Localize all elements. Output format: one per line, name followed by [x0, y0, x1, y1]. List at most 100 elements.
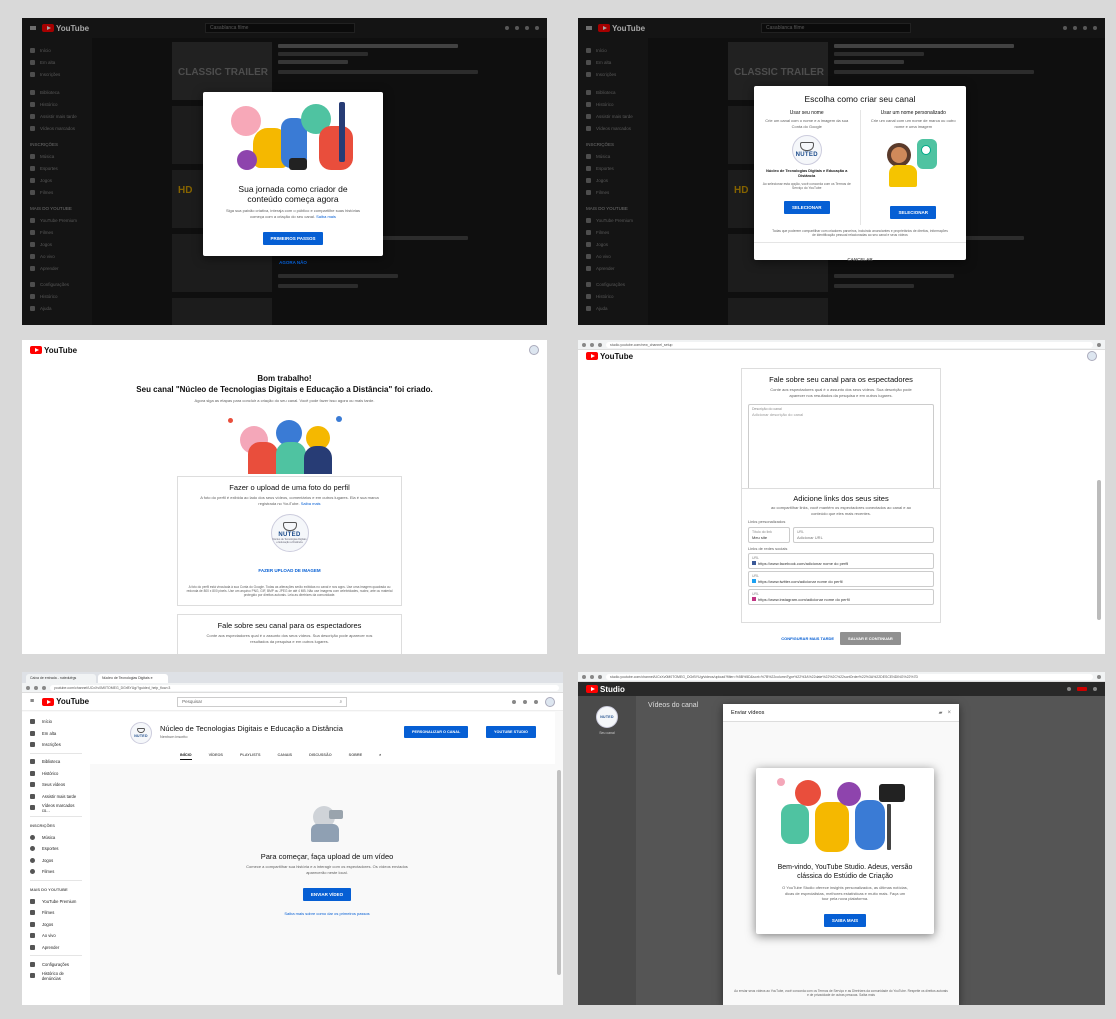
save-continue-button[interactable]: SALVAR E CONTINUAR — [840, 632, 901, 645]
link-url-field[interactable]: URL Adicionar URL — [793, 526, 934, 543]
sidebar-item-library[interactable]: Biblioteca — [30, 756, 82, 768]
forward-icon[interactable] — [590, 674, 594, 679]
facebook-icon — [752, 561, 756, 565]
search-icon[interactable]: ⌕ — [340, 698, 343, 706]
create-icon[interactable] — [1077, 687, 1087, 691]
back-icon[interactable] — [582, 674, 586, 679]
address-bar[interactable]: studio.youtube.com/channel/UCxXv0M0TOMEG… — [606, 673, 1093, 680]
reload-icon[interactable] — [42, 685, 46, 690]
tab-home[interactable]: INÍCIO — [180, 753, 192, 760]
scrollbar[interactable] — [1097, 480, 1101, 620]
avatar[interactable] — [545, 696, 555, 707]
sidebar-item-liked[interactable]: Vídeos marcados co... — [30, 802, 82, 814]
tab-channel[interactable]: Núcleo de Tecnologias Digitais e — [98, 674, 168, 683]
avatar[interactable] — [1087, 351, 1097, 361]
twitter-field[interactable]: URL https://www.twitter.com/adicionar nom… — [748, 571, 934, 587]
studio-logo[interactable]: Studio — [586, 685, 625, 694]
reload-icon[interactable] — [598, 342, 602, 347]
empty-state: Para começar, faça upload de um vídeo Co… — [222, 802, 432, 917]
links-card: Adicione links dos seus sites ao compart… — [741, 488, 941, 623]
browser-toolbar: studio.youtube.com/new_channel_setup — [578, 340, 1105, 350]
nuted-logo: NUTED Núcleo de Tecnologias Digitais e Ed… — [270, 514, 309, 552]
profile-icon[interactable] — [1097, 342, 1101, 347]
sidebar-item-music[interactable]: Música — [30, 831, 82, 843]
tab-inbox[interactable]: Caixa de entrada - nutedufrgs — [26, 674, 96, 683]
sidebar-item-premium[interactable]: YouTube Premium — [30, 895, 82, 907]
celebration-illustration — [220, 412, 350, 474]
sidebar-item-settings[interactable]: Configurações — [30, 958, 82, 970]
channel-avatar: NUTED — [130, 722, 152, 744]
about-channel-card: Fale sobre seu canal para os espectadore… — [177, 614, 402, 654]
address-bar[interactable]: studio.youtube.com/new_channel_setup — [606, 341, 1093, 348]
tab-about[interactable]: SOBRE — [349, 753, 363, 760]
scrollbar[interactable] — [557, 770, 561, 975]
forward-icon[interactable] — [34, 685, 38, 690]
sidebar-item-history[interactable]: Histórico — [30, 767, 82, 779]
setup-later-button[interactable]: CONFIGURAR MAIS TARDE — [781, 636, 834, 641]
sidebar-item-films[interactable]: Filmes — [30, 907, 82, 919]
sidebar-item-gaming[interactable]: Jogos — [30, 855, 82, 867]
apps-icon[interactable] — [523, 699, 527, 704]
search-icon[interactable]: ⌕ — [379, 753, 381, 760]
tab-videos[interactable]: VÍDEOS — [209, 753, 223, 760]
browser-toolbar: youtube.com/channel/UCxXv0M0TOMEG_DGrBYU… — [22, 683, 563, 693]
youtube-header: ≡ YouTube Pesquisar ⌕ — [22, 693, 563, 711]
learn-more-link[interactable]: Saiba mais sobre como dar os primeiros p… — [222, 911, 432, 917]
back-icon[interactable] — [582, 342, 586, 347]
youtube-logo[interactable]: YouTube — [30, 346, 77, 355]
not-now-button[interactable]: AGORA NÃO — [279, 260, 307, 265]
feedback-icon[interactable]: ▰ — [939, 710, 943, 716]
address-bar[interactable]: youtube.com/channel/UCxXv0M0TOMEG_DGrBYU… — [50, 684, 559, 691]
sidebar-item-home[interactable]: Início — [30, 716, 82, 728]
tab-channels[interactable]: CANAIS — [278, 753, 293, 760]
get-started-button[interactable]: PRIMEIROS PASSOS — [262, 232, 324, 245]
sidebar-item-live[interactable]: Ao vivo — [30, 930, 82, 942]
avatar[interactable] — [529, 345, 539, 355]
sidebar-item-subscriptions[interactable]: Inscrições — [30, 739, 82, 751]
youtube-logo[interactable]: YouTube — [42, 697, 89, 706]
back-icon[interactable] — [26, 685, 30, 690]
sidebar-item-games[interactable]: Jogos — [30, 919, 82, 931]
dialog-title: Sua jornada como criador de conteúdo com… — [238, 184, 348, 204]
help-icon[interactable] — [1067, 687, 1071, 691]
forward-icon[interactable] — [590, 342, 594, 347]
studio-header: Studio — [578, 682, 1105, 696]
cancel-button[interactable]: CANCELAR — [847, 257, 872, 262]
sidebar-item-report-history[interactable]: Histórico de denúncias — [30, 970, 82, 982]
page-title: Vídeos do canal — [648, 702, 699, 709]
dialog-body: Siga sua paixão criativa, interaja com o… — [225, 208, 361, 219]
learn-more-button[interactable]: SAIBA MAIS — [823, 913, 867, 927]
learn-more-link[interactable]: Saiba mais — [301, 501, 321, 506]
close-icon[interactable]: × — [947, 710, 951, 716]
sidebar-item-learning[interactable]: Aprender — [30, 942, 82, 954]
tab-discussion[interactable]: DISCUSSÃO — [309, 753, 332, 760]
customize-channel-button[interactable]: PERSONALIZAR O CANAL — [404, 726, 469, 738]
create-icon[interactable] — [512, 699, 516, 704]
instagram-field[interactable]: URL https://www.instagram.com/adicionar n… — [748, 589, 934, 605]
link-title-field[interactable]: Título do link Meu site — [748, 526, 790, 543]
sidebar-item-trending[interactable]: Em alta — [30, 728, 82, 740]
youtube-logo[interactable]: YouTube — [586, 352, 633, 361]
select-custom-name-button[interactable]: SELECIONAR — [890, 206, 936, 219]
search-input[interactable]: Pesquisar ⌕ — [177, 696, 348, 707]
learn-more-link[interactable]: Saiba mais — [316, 214, 336, 219]
browser-toolbar: studio.youtube.com/channel/UCxXv0M0TOMEG… — [578, 672, 1105, 682]
upload-image-link[interactable]: FAZER UPLOAD DE IMAGEM — [258, 568, 320, 573]
avatar[interactable] — [1093, 687, 1097, 691]
upload-video-button[interactable]: ENVIAR VÍDEO — [302, 888, 352, 901]
sidebar-item-movies[interactable]: Filmes — [30, 866, 82, 878]
description-field[interactable]: Descrição do canal Adicionar descrição d… — [748, 404, 934, 498]
sidebar-item-sports[interactable]: Esportes — [30, 843, 82, 855]
creators-illustration — [223, 98, 363, 178]
profile-icon[interactable] — [1097, 674, 1101, 679]
reload-icon[interactable] — [598, 674, 602, 679]
sidebar-item-watch-later[interactable]: Assistir mais tarde — [30, 791, 82, 803]
facebook-field[interactable]: URL https://www.facebook.com/adicionar no… — [748, 553, 934, 569]
sidebar-item-your-videos[interactable]: Seus vídeos — [30, 779, 82, 791]
tab-playlists[interactable]: PLAYLISTS — [240, 753, 261, 760]
youtube-studio-button[interactable]: YOUTUBE STUDIO — [486, 726, 536, 738]
option-custom-name: Usar um nome personalizado Crie um canal… — [861, 110, 967, 225]
select-use-name-button[interactable]: SELECIONAR — [783, 201, 830, 214]
bell-icon[interactable] — [534, 699, 538, 704]
menu-icon[interactable]: ≡ — [30, 698, 34, 705]
